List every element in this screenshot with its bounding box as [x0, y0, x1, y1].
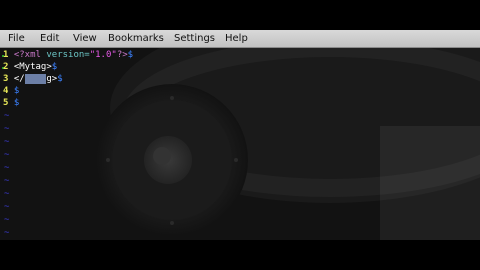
menu-bookmarks[interactable]: Bookmarks: [108, 33, 164, 44]
tilde-marker: ~: [4, 137, 10, 147]
editor-line-5: 5 $: [3, 98, 20, 108]
visual-selection: Myta: [24, 74, 47, 84]
menu-file[interactable]: File: [8, 33, 25, 44]
tilde-marker: ~: [4, 176, 10, 186]
menu-edit[interactable]: Edit: [40, 33, 59, 44]
terminal-window: File Edit View Bookmarks Settings Help 1…: [0, 30, 480, 240]
menu-help[interactable]: Help: [225, 33, 248, 44]
editor-line-4: 4 $: [3, 86, 20, 96]
tilde-marker: ~: [4, 189, 10, 199]
tilde-marker: ~: [4, 124, 10, 134]
letterbox-top: [0, 0, 480, 30]
editor-line-3: 3 </Mytag>$: [3, 74, 63, 84]
tilde-marker: ~: [4, 111, 10, 121]
tilde-marker: ~: [4, 163, 10, 173]
tilde-marker: ~: [4, 202, 10, 212]
editor-line-1: 1 <?xml version="1.0"?>$: [3, 50, 134, 60]
tilde-marker: ~: [4, 228, 10, 238]
tilde-marker: ~: [4, 150, 10, 160]
vim-editor-pane[interactable]: 1 <?xml version="1.0"?>$ 2 <Mytag>$ 3 </…: [0, 48, 480, 240]
editor-line-2: 2 <Mytag>$: [3, 62, 58, 72]
background-window-shadow: [380, 126, 480, 240]
menu-settings[interactable]: Settings: [174, 33, 215, 44]
tilde-marker: ~: [4, 215, 10, 225]
menu-bar: File Edit View Bookmarks Settings Help: [0, 30, 480, 48]
letterbox-bottom: [0, 240, 480, 270]
menu-view[interactable]: View: [73, 33, 97, 44]
